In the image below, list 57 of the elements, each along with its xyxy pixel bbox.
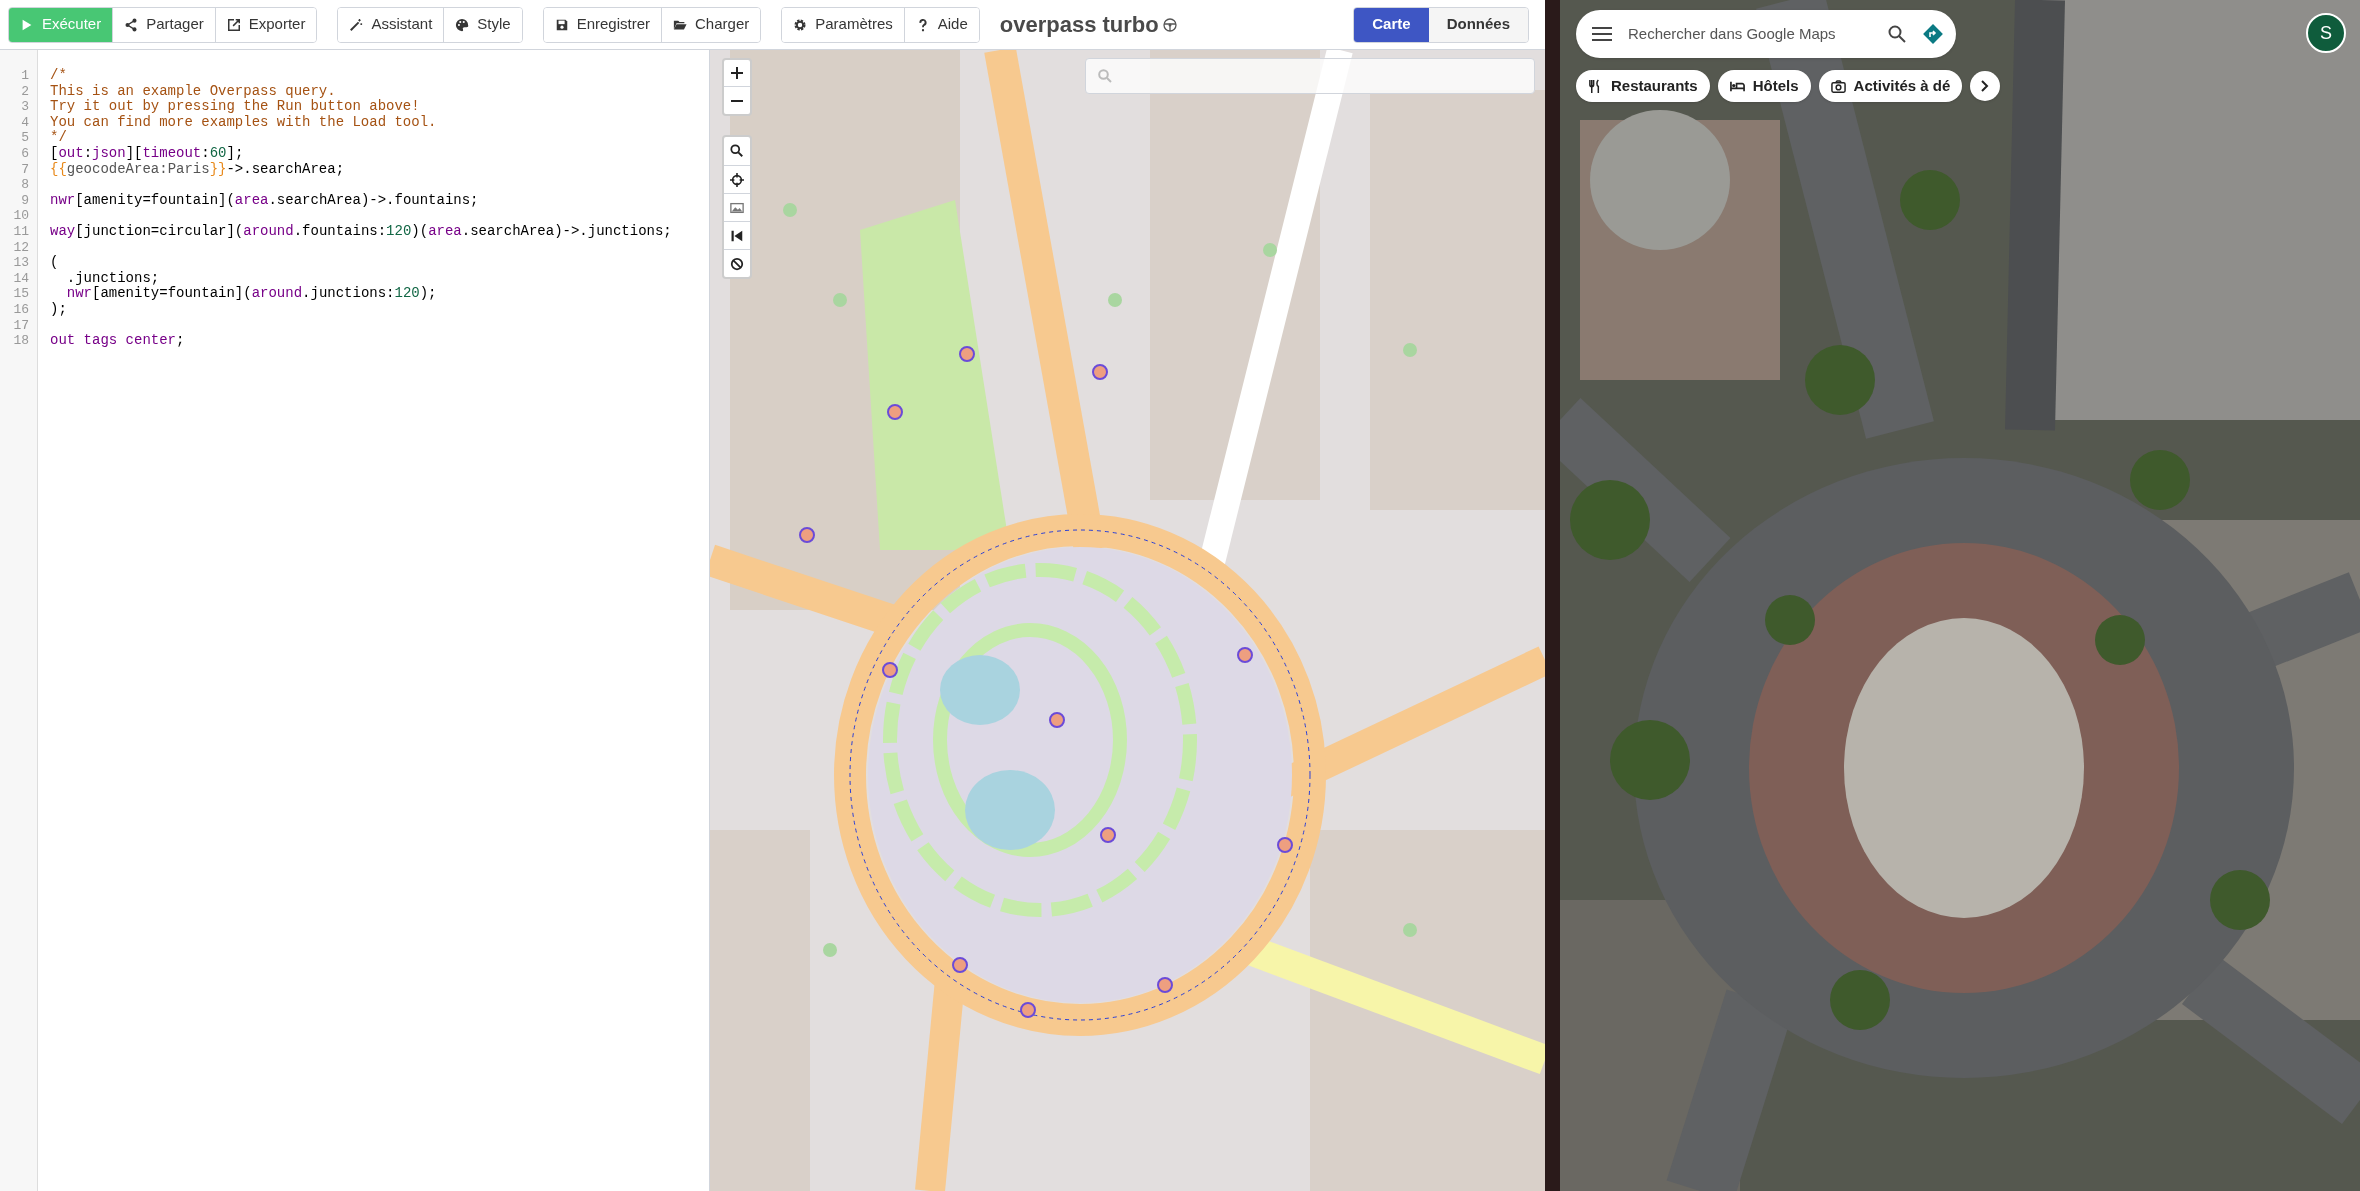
line-number: 8 [21, 177, 29, 193]
code-line: /* [50, 67, 67, 83]
line-number: 13 [13, 255, 29, 271]
menu-icon[interactable] [1592, 27, 1612, 41]
line-number: 5 [21, 130, 29, 146]
code-line: ( [50, 254, 59, 271]
line-number: 3 [21, 99, 29, 115]
code-line: This is an example Overpass query. [50, 82, 336, 99]
palette-icon [455, 17, 470, 32]
code-line: nwr[amenity=fountain](area.searchArea)->.fountains; [50, 191, 479, 208]
magic-wand-icon [349, 17, 364, 32]
code-line: */ [50, 129, 67, 146]
code-line: nwr[amenity=fountain](around.junctions:120); [65, 285, 437, 302]
code-line: {{geocodeArea:Paris}}->.searchArea; [50, 160, 345, 177]
category-chip[interactable]: Restaurants [1576, 70, 1710, 102]
line-number: 4 [21, 114, 29, 131]
toolbar-button[interactable]: Style [443, 7, 522, 42]
play-icon [20, 17, 34, 32]
view-tab[interactable]: Carte [1354, 7, 1429, 42]
share-icon [124, 17, 139, 32]
category-chip[interactable]: Hôtels [1717, 70, 1811, 102]
camera-icon [1830, 78, 1846, 94]
code-line: You can find more examples with the Load tool. [50, 113, 437, 130]
code-line: way[junction=circular](around.fountains:120)(area.searchArea)->.junctions; [50, 222, 672, 239]
line-number: 16 [13, 301, 29, 318]
search-placeholder: Rechercher dans Google Maps [1628, 23, 1837, 44]
search-icon [1098, 69, 1112, 83]
settings-icon [793, 17, 808, 32]
steering-wheel-icon [1162, 17, 1177, 32]
chevron-right-icon [1981, 80, 1990, 92]
line-number: 7 [21, 161, 29, 178]
line-number: 1 [21, 68, 29, 84]
line-number: 6 [21, 145, 29, 162]
line-number: 17 [13, 317, 29, 334]
line-number: 15 [13, 286, 29, 302]
maps-search-bar[interactable]: Rechercher dans Google Maps [1576, 10, 1956, 58]
line-number: 10 [13, 208, 29, 224]
category-chip[interactable]: Activités à dé [1818, 70, 1963, 102]
search-icon[interactable] [1888, 25, 1906, 43]
app-title: overpass turbo [999, 11, 1159, 39]
toolbar-button[interactable]: Aide [903, 7, 979, 42]
view-tab[interactable]: Données [1428, 7, 1528, 42]
line-number: 12 [13, 239, 29, 256]
toolbar-button[interactable]: Charger [661, 7, 761, 42]
code-line: Try it out by pressing the Run button above! [50, 98, 420, 115]
line-number: 11 [13, 223, 29, 240]
line-number: 9 [21, 192, 29, 209]
code-line: .junctions; [65, 269, 160, 286]
line-number: 14 [13, 270, 29, 287]
line-number: 18 [13, 333, 29, 349]
toolbar-button[interactable]: Exporter [214, 7, 317, 42]
line-number: 2 [21, 83, 29, 100]
code-line: ); [50, 300, 67, 317]
code-line: [out:json][timeout:60]; [50, 144, 244, 161]
external-link-icon [226, 17, 241, 32]
code-line: out tags center; [50, 332, 185, 349]
map-search-field[interactable] [1085, 58, 1535, 94]
